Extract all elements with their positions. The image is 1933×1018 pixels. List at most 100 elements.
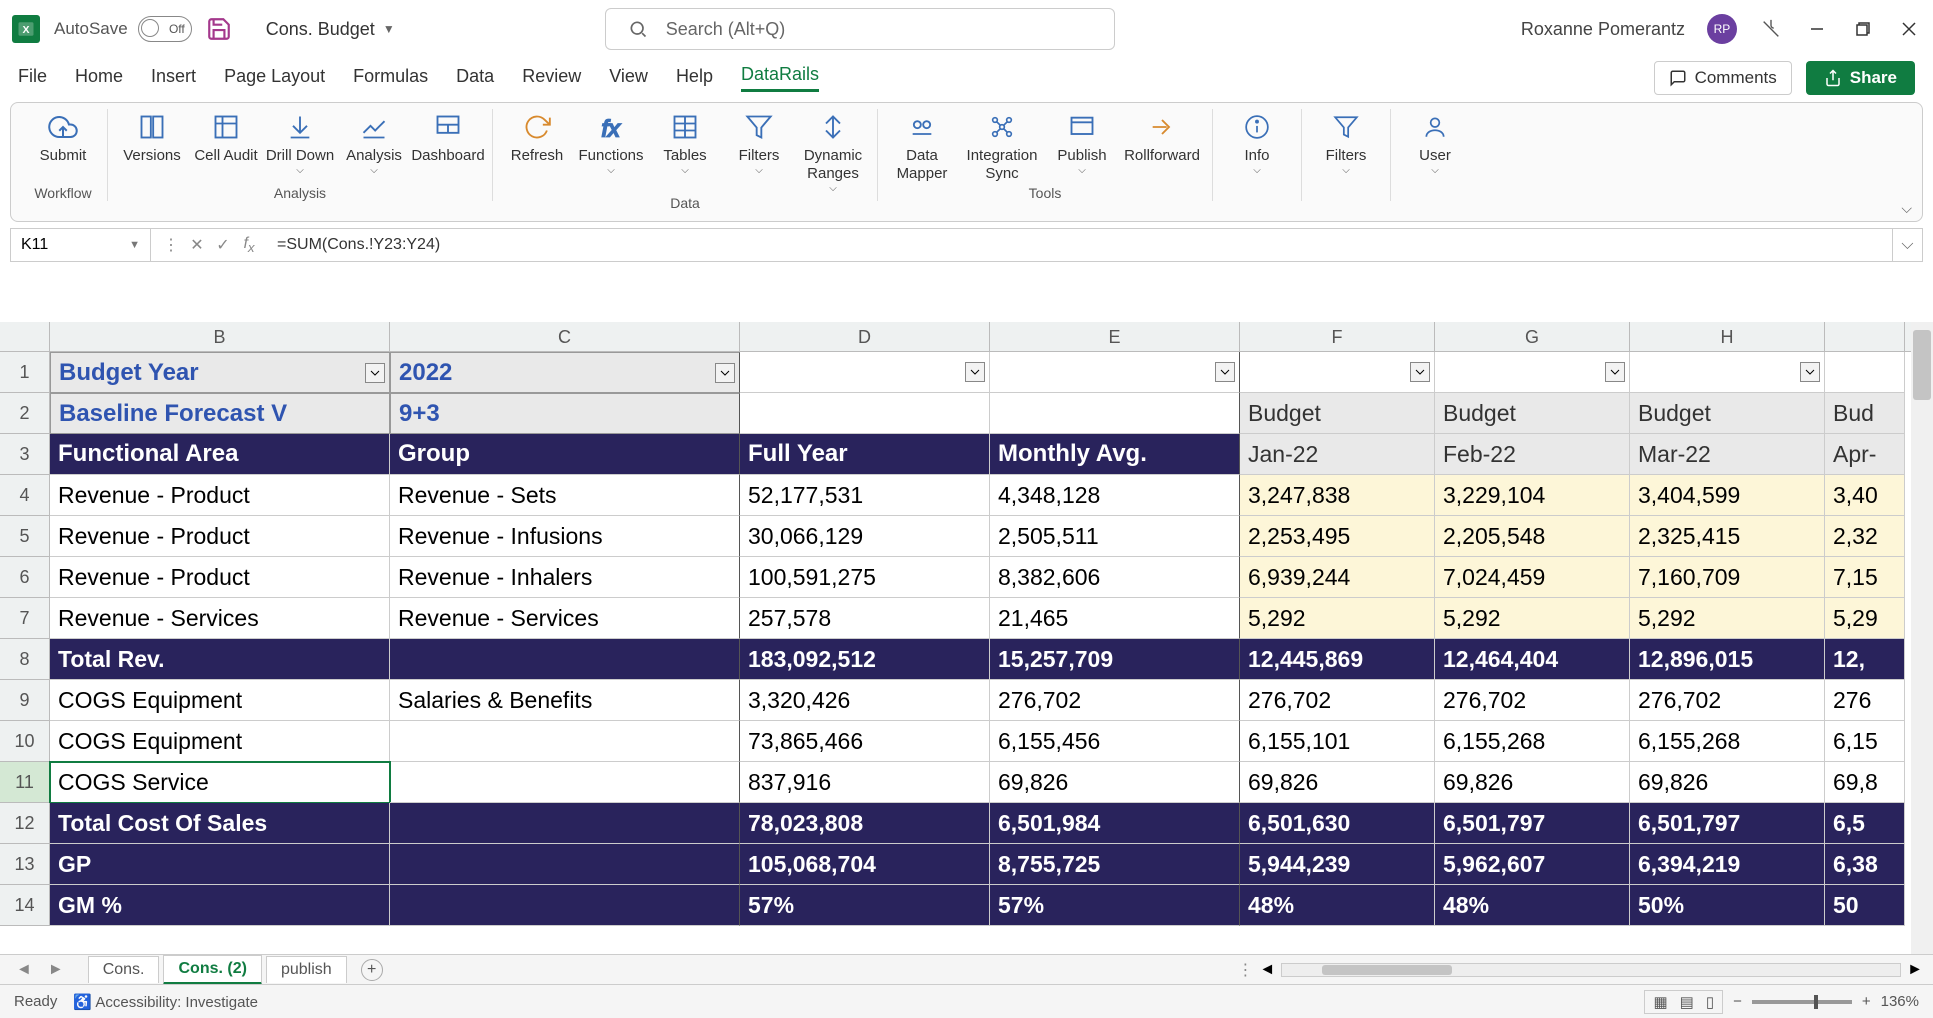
name-box[interactable]: K11▼ [11, 229, 151, 261]
row-header[interactable]: 1 [0, 352, 50, 393]
row-header[interactable]: 13 [0, 844, 50, 885]
col-header[interactable]: H [1630, 322, 1825, 351]
sheet-tab[interactable]: publish [266, 956, 347, 983]
scroll-left-icon[interactable]: ◄ [1259, 961, 1275, 979]
sheet-tab[interactable]: Cons. (2) [163, 955, 261, 985]
tab-page-layout[interactable]: Page Layout [224, 66, 325, 91]
row-header[interactable]: 3 [0, 434, 50, 475]
table-row[interactable]: 14GM %57%57%48%48%50%50 [0, 885, 1911, 926]
formula-accept-icon[interactable]: ✓ [213, 235, 233, 255]
table-row[interactable]: 8Total Rev.183,092,51215,257,70912,445,8… [0, 639, 1911, 680]
row-header[interactable]: 10 [0, 721, 50, 762]
zoom-in-icon[interactable]: + [1862, 993, 1871, 1010]
formula-input[interactable]: =SUM(Cons.!Y23:Y24) [269, 236, 1892, 254]
formula-expand-icon[interactable]: ⌵ [1892, 229, 1922, 261]
table-row[interactable]: 9COGS EquipmentSalaries & Benefits3,320,… [0, 680, 1911, 721]
chevron-down-icon[interactable]: ▼ [383, 22, 395, 36]
tab-view[interactable]: View [609, 66, 648, 91]
row-header[interactable]: 5 [0, 516, 50, 557]
user-button[interactable]: User⌵ [1399, 109, 1471, 177]
search-input[interactable]: Search (Alt+Q) [605, 8, 1115, 50]
tab-datarails[interactable]: DataRails [741, 64, 819, 92]
cell-audit-button[interactable]: Cell Audit [190, 109, 262, 177]
col-header[interactable]: B [50, 322, 390, 351]
tab-file[interactable]: File [18, 66, 47, 91]
row-header[interactable]: 2 [0, 393, 50, 434]
row-header[interactable]: 9 [0, 680, 50, 721]
sheet-tab[interactable]: Cons. [88, 956, 160, 983]
tab-data[interactable]: Data [456, 66, 494, 91]
formula-cancel-icon[interactable]: ✕ [187, 235, 207, 255]
restore-button[interactable] [1851, 17, 1875, 41]
document-title[interactable]: Cons. Budget [266, 19, 375, 40]
table-row[interactable]: 7Revenue - ServicesRevenue - Services257… [0, 598, 1911, 639]
data-mapper-button[interactable]: Data Mapper [886, 109, 958, 183]
accessibility-status[interactable]: ♿ Accessibility: Investigate [73, 993, 258, 1011]
table-row[interactable]: 12Total Cost Of Sales78,023,8086,501,984… [0, 803, 1911, 844]
versions-button[interactable]: Versions [116, 109, 188, 177]
filters-button[interactable]: Filters⌵ [723, 109, 795, 195]
view-page-break-icon[interactable]: ▯ [1706, 993, 1714, 1011]
table-row[interactable]: 6Revenue - ProductRevenue - Inhalers100,… [0, 557, 1911, 598]
col-header[interactable]: F [1240, 322, 1435, 351]
col-header[interactable]: E [990, 322, 1240, 351]
table-row[interactable]: 4Revenue - ProductRevenue - Sets52,177,5… [0, 475, 1911, 516]
spreadsheet-grid[interactable]: BCDEFGH1Budget Year20222Baseline Forecas… [0, 322, 1911, 954]
zoom-slider[interactable] [1752, 1000, 1852, 1004]
col-header[interactable]: D [740, 322, 990, 351]
functions-button[interactable]: fxFunctions⌵ [575, 109, 647, 195]
tables-button[interactable]: Tables⌵ [649, 109, 721, 195]
select-all-corner[interactable] [0, 322, 50, 352]
rollforward-button[interactable]: Rollforward [1120, 109, 1204, 183]
view-page-layout-icon[interactable]: ▤ [1680, 993, 1694, 1011]
excel-app-icon[interactable]: X [12, 15, 40, 43]
formula-menu-icon[interactable]: ⋮ [161, 235, 181, 255]
row-header[interactable]: 14 [0, 885, 50, 926]
ribbon-collapse-icon[interactable]: ⌵ [1901, 200, 1912, 217]
comments-button[interactable]: Comments [1654, 61, 1792, 95]
tab-help[interactable]: Help [676, 66, 713, 91]
table-row[interactable]: 13GP105,068,7048,755,7255,944,2395,962,6… [0, 844, 1911, 885]
analysis-button[interactable]: Analysis⌵ [338, 109, 410, 177]
tab-insert[interactable]: Insert [151, 66, 196, 91]
sheet-nav-prev[interactable]: ◄ [10, 961, 38, 979]
add-sheet-button[interactable]: + [361, 959, 383, 981]
minimize-button[interactable] [1805, 17, 1829, 41]
sheet-nav-next[interactable]: ► [42, 961, 70, 979]
table-row[interactable]: 11COGS Service837,91669,82669,82669,8266… [0, 762, 1911, 803]
mic-icon[interactable] [1759, 17, 1783, 41]
refresh-button[interactable]: Refresh [501, 109, 573, 195]
zoom-out-icon[interactable]: − [1733, 993, 1742, 1010]
publish-button[interactable]: Publish⌵ [1046, 109, 1118, 183]
table-row[interactable]: 10COGS Equipment73,865,4666,155,4566,155… [0, 721, 1911, 762]
col-header[interactable] [1825, 322, 1905, 351]
row-header[interactable]: 4 [0, 475, 50, 516]
submit-button[interactable]: Submit [27, 109, 99, 165]
autosave-toggle[interactable]: Off [138, 16, 192, 42]
row-header[interactable]: 6 [0, 557, 50, 598]
row-header[interactable]: 8 [0, 639, 50, 680]
tab-review[interactable]: Review [522, 66, 581, 91]
row-header[interactable]: 12 [0, 803, 50, 844]
drill-down-button[interactable]: Drill Down⌵ [264, 109, 336, 177]
info-button[interactable]: Info⌵ [1221, 109, 1293, 177]
tab-formulas[interactable]: Formulas [353, 66, 428, 91]
dashboard-button[interactable]: Dashboard [412, 109, 484, 177]
close-button[interactable] [1897, 17, 1921, 41]
dynamic-ranges-button[interactable]: Dynamic Ranges⌵ [797, 109, 869, 195]
integration-sync-button[interactable]: Integration Sync [960, 109, 1044, 183]
avatar[interactable]: RP [1707, 14, 1737, 44]
zoom-level[interactable]: 136% [1881, 993, 1919, 1010]
user-name[interactable]: Roxanne Pomerantz [1521, 19, 1685, 40]
col-header[interactable]: C [390, 322, 740, 351]
col-header[interactable]: G [1435, 322, 1630, 351]
tab-home[interactable]: Home [75, 66, 123, 91]
vertical-scrollbar[interactable] [1911, 322, 1933, 954]
scroll-menu-icon[interactable]: ⋮ [1237, 960, 1253, 980]
filters2-button[interactable]: Filters⌵ [1310, 109, 1382, 177]
share-button[interactable]: Share [1806, 61, 1915, 95]
row-header[interactable]: 11 [0, 762, 50, 803]
view-normal-icon[interactable]: ▦ [1653, 993, 1667, 1011]
save-icon[interactable] [206, 16, 232, 42]
row-header[interactable]: 7 [0, 598, 50, 639]
